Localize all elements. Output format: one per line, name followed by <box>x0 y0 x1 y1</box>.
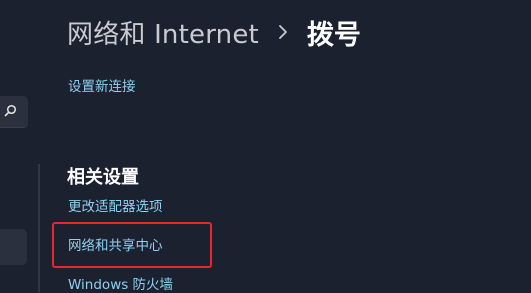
search-box[interactable] <box>0 96 28 128</box>
breadcrumb-parent[interactable]: 网络和 Internet <box>67 14 259 51</box>
page-title: 拨号 <box>306 19 361 51</box>
nav-item-selected[interactable] <box>0 229 27 265</box>
related-settings-heading: 相关设置 <box>67 167 139 188</box>
pane-divider <box>38 164 40 292</box>
search-icon <box>4 104 17 117</box>
highlight-annotation-box <box>52 222 212 268</box>
navigation-pane <box>0 0 40 292</box>
change-adapter-options-link[interactable]: 更改适配器选项 <box>68 195 163 215</box>
windows-firewall-link[interactable]: Windows 防火墙 <box>68 273 173 293</box>
breadcrumb: 网络和 Internet 拨号 <box>67 12 361 52</box>
setup-new-connection-link[interactable]: 设置新连接 <box>68 75 136 95</box>
chevron-right-icon <box>279 25 287 39</box>
